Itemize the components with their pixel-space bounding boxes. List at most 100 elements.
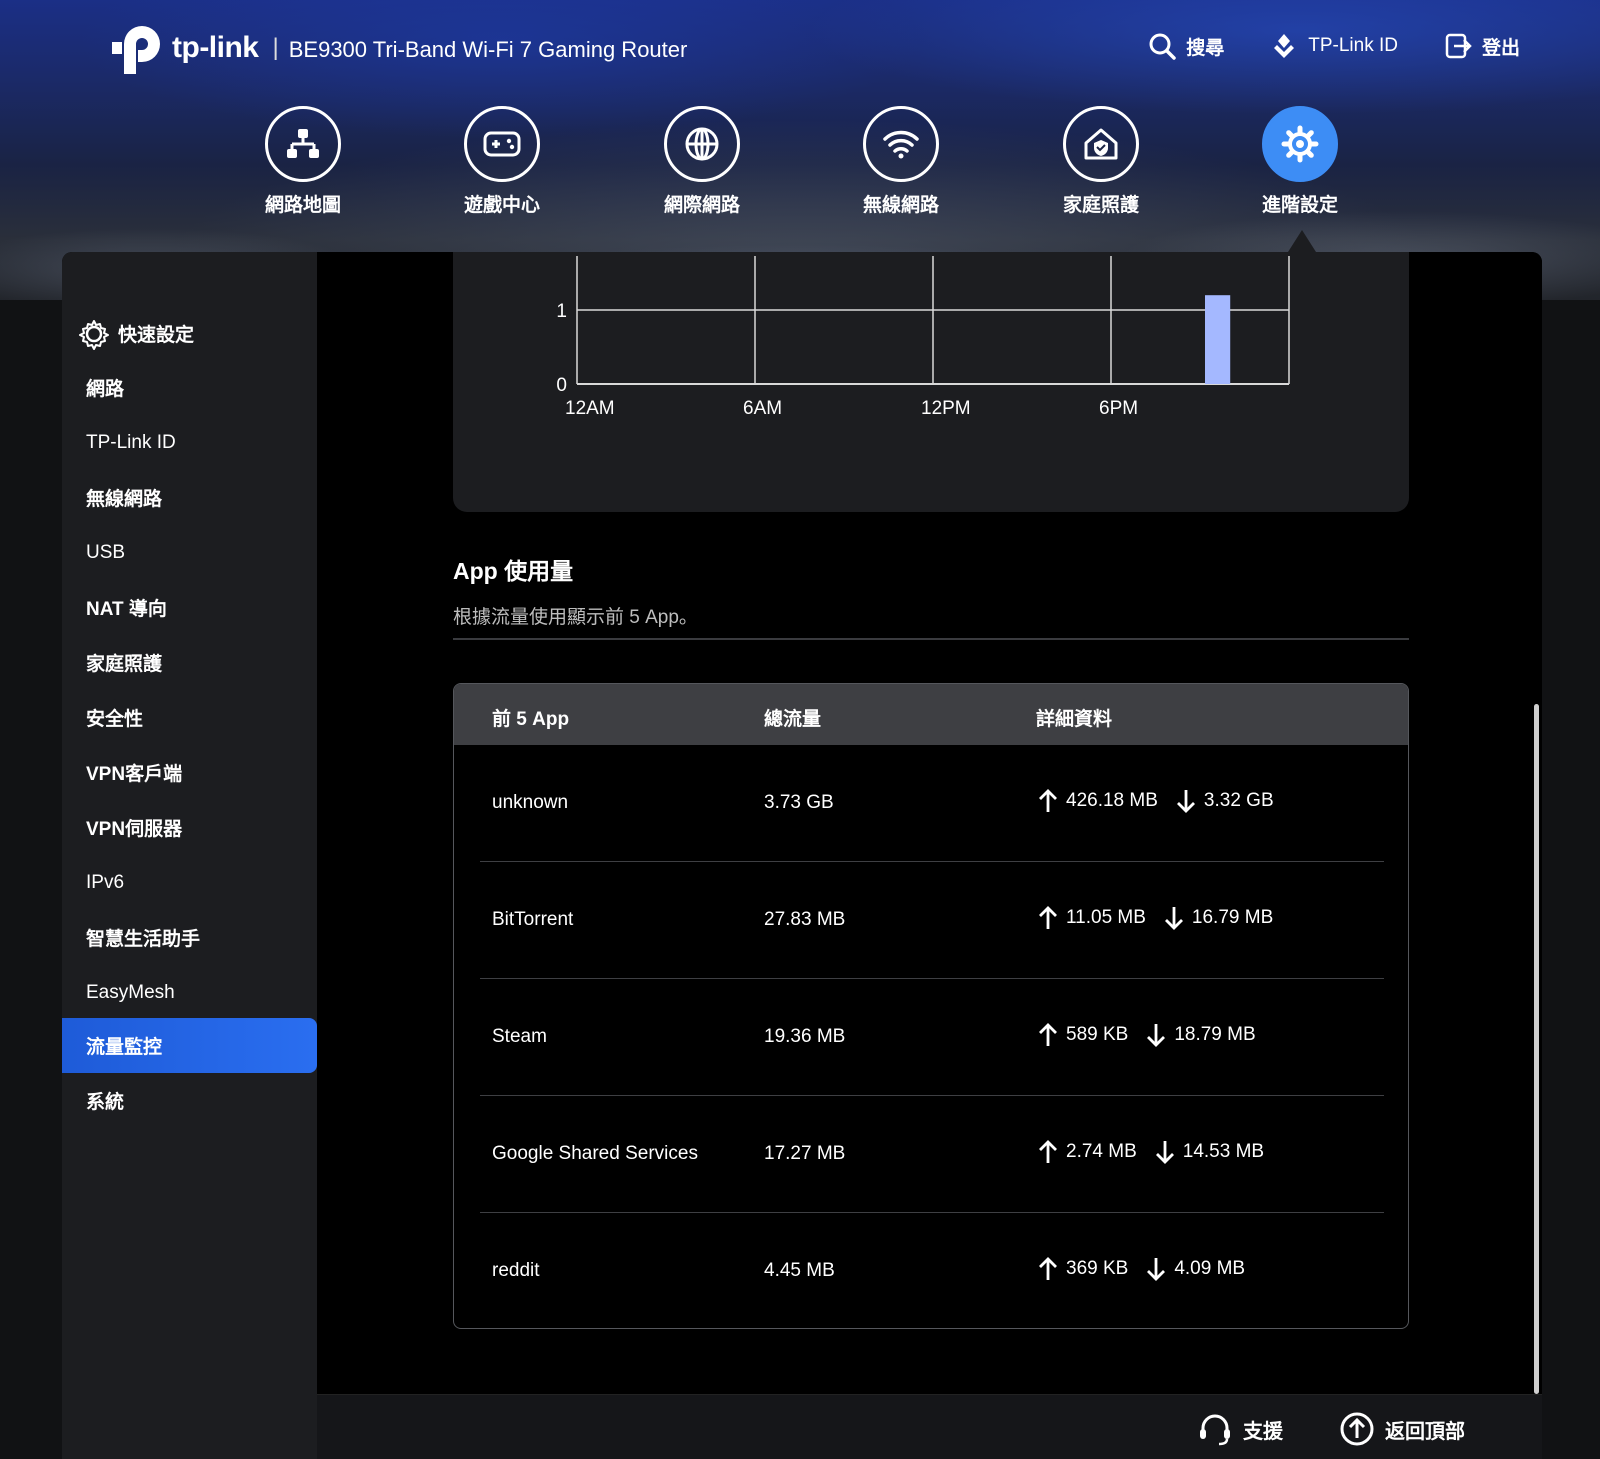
nav-label: 家庭照護 (1062, 195, 1139, 216)
sidebar-item-label: 智慧生活助手 (86, 929, 201, 950)
download-value: 16.79 MB (1191, 907, 1274, 928)
sidebar-item-label: 網路 (86, 379, 125, 400)
sidebar-item-quick-setup[interactable]: 快速設定 (62, 306, 317, 361)
app-usage-table: 前 5 App 總流量 詳細資料 unknown 3.73 GB 426.18 MB… (453, 683, 1409, 1329)
table-row: unknown 3.73 GB 426.18 MB 3.32 GB (454, 745, 1408, 862)
sidebar-item-easymesh[interactable]: EasyMesh (62, 965, 317, 1020)
logout-icon (1445, 33, 1472, 59)
upload-value: 589 KB (1066, 1024, 1129, 1045)
sidebar-item-tplink-id[interactable]: TP-Link ID (62, 415, 317, 470)
nav-game-center[interactable]: 遊戲中心 (447, 106, 557, 217)
sidebar-item-smart-life[interactable]: 智慧生活助手 (62, 910, 317, 965)
sidebar-item-wireless[interactable]: 無線網路 (62, 470, 317, 525)
x-tick-label: 12PM (921, 398, 971, 419)
product-name: BE9300 Tri-Band Wi-Fi 7 Gaming Router (288, 37, 688, 62)
app-detail: 426.18 MB 3.32 GB (1036, 788, 1274, 814)
app-usage-title: App 使用量 (453, 558, 574, 584)
logo-text: tp-link (172, 31, 259, 64)
app-total: 4.45 MB (764, 1260, 835, 1281)
sidebar-item-vpn-server[interactable]: VPN伺服器 (62, 800, 317, 855)
sidebar-item-label: 系統 (86, 1092, 125, 1113)
search-icon (1149, 33, 1176, 60)
arrow-down-icon (1176, 790, 1195, 813)
sidebar-item-ipv6[interactable]: IPv6 (62, 855, 317, 910)
arrow-up-icon (1039, 1257, 1057, 1280)
sidebar: 快速設定 網路 TP-Link ID 無線網路 USB NAT 導向 家庭照護 … (62, 252, 317, 1459)
sidebar-item-label: 無線網路 (86, 489, 163, 510)
sidebar-item-nat[interactable]: NAT 導向 (62, 580, 317, 635)
nav-internet[interactable]: 網際網路 (647, 106, 757, 217)
arrow-up-circle-icon (1340, 1412, 1374, 1446)
content-area: 0 1 12AM 6AM 12PM 6PM App 使用量 根據流量使用顯示前 5 App… (317, 252, 1542, 1459)
chart-bar (1205, 295, 1231, 384)
header-total: 總流量 (764, 709, 822, 730)
sidebar-item-traffic-monitor[interactable]: 流量監控 (62, 1018, 317, 1073)
nav-network-map[interactable]: 網路地圖 (248, 106, 358, 217)
upload-value: 11.05 MB (1066, 907, 1146, 928)
app-detail: 589 KB 18.79 MB (1036, 1022, 1256, 1048)
back-to-top-label: 返回頂部 (1385, 1420, 1465, 1443)
scrollbar[interactable] (1534, 704, 1539, 1394)
nav-active-pointer (1288, 230, 1316, 252)
arrow-up-icon (1039, 1140, 1057, 1163)
arrow-down-icon (1164, 907, 1183, 930)
nav-advanced[interactable]: 進階設定 (1245, 106, 1355, 217)
wifi-icon (863, 106, 939, 182)
arrow-down-icon (1147, 1258, 1166, 1281)
arrow-up-icon (1039, 1023, 1057, 1046)
sidebar-item-label: 流量監控 (86, 1037, 163, 1058)
nav-homecare[interactable]: 家庭照護 (1046, 106, 1156, 217)
table-row: Steam 19.36 MB 589 KB 18.79 MB (454, 979, 1408, 1096)
sidebar-item-vpn-client[interactable]: VPN客戶端 (62, 745, 317, 800)
sidebar-item-usb[interactable]: USB (62, 525, 317, 580)
sidebar-item-label: USB (86, 541, 126, 563)
nav-label: 遊戲中心 (463, 195, 540, 216)
sidebar-item-label: VPN伺服器 (86, 819, 183, 840)
upload-value: 369 KB (1066, 1258, 1129, 1279)
gear-icon (1262, 106, 1338, 182)
brand-separator: | (272, 34, 279, 61)
sidebar-item-network[interactable]: 網路 (62, 360, 317, 415)
traffic-chart-card: 0 1 12AM 6AM 12PM 6PM (453, 252, 1409, 512)
globe-icon (664, 106, 740, 182)
header-app: 前 5 App (492, 709, 570, 730)
table-row: reddit 4.45 MB 369 KB 4.09 MB (454, 1213, 1408, 1328)
back-to-top-button[interactable]: 返回頂部 (1339, 1411, 1465, 1447)
nav-wireless[interactable]: 無線網路 (846, 106, 956, 217)
arrow-up-icon (1039, 789, 1057, 812)
download-value: 18.79 MB (1174, 1024, 1256, 1045)
section-divider (453, 638, 1409, 640)
tplink-logo-icon[interactable] (112, 22, 168, 74)
table-row: BitTorrent 27.83 MB 11.05 MB 16.79 MB (454, 862, 1408, 979)
sidebar-item-homecare[interactable]: 家庭照護 (62, 635, 317, 690)
arrow-down-icon (1147, 1024, 1166, 1047)
tplink-id-label: TP-Link ID (1308, 35, 1398, 56)
sidebar-item-system[interactable]: 系統 (62, 1073, 317, 1128)
sidebar-item-label: 家庭照護 (86, 654, 163, 675)
x-tick-label: 6AM (743, 398, 782, 419)
y-tick-label: 0 (556, 375, 567, 396)
table-row: Google Shared Services 17.27 MB 2.74 MB 14.… (454, 1096, 1408, 1213)
download-value: 4.09 MB (1174, 1258, 1246, 1279)
headset-icon (1200, 1414, 1230, 1446)
download-value: 14.53 MB (1182, 1141, 1265, 1162)
arrow-down-icon (1155, 1141, 1174, 1164)
network-map-icon (265, 106, 341, 182)
sidebar-item-security[interactable]: 安全性 (62, 690, 317, 745)
app-name: Google Shared Services (492, 1143, 698, 1164)
support-button[interactable]: 支援 (1197, 1411, 1283, 1447)
sidebar-item-label: EasyMesh (86, 981, 175, 1003)
sidebar-item-label: 快速設定 (118, 325, 195, 346)
search-button[interactable]: 搜尋 (1148, 32, 1224, 60)
logout-button[interactable]: 登出 (1444, 32, 1520, 60)
app-detail: 2.74 MB 14.53 MB (1036, 1139, 1264, 1165)
search-label: 搜尋 (1186, 37, 1225, 59)
logout-label: 登出 (1481, 37, 1520, 59)
nav-label: 網際網路 (663, 195, 740, 216)
header-detail: 詳細資料 (1036, 709, 1113, 730)
x-tick-label: 12AM (565, 398, 615, 419)
app-total: 17.27 MB (764, 1143, 846, 1164)
app-detail: 11.05 MB 16.79 MB (1036, 905, 1273, 931)
nav-label: 進階設定 (1261, 195, 1338, 216)
tplink-id-button[interactable]: TP-Link ID (1270, 32, 1398, 60)
